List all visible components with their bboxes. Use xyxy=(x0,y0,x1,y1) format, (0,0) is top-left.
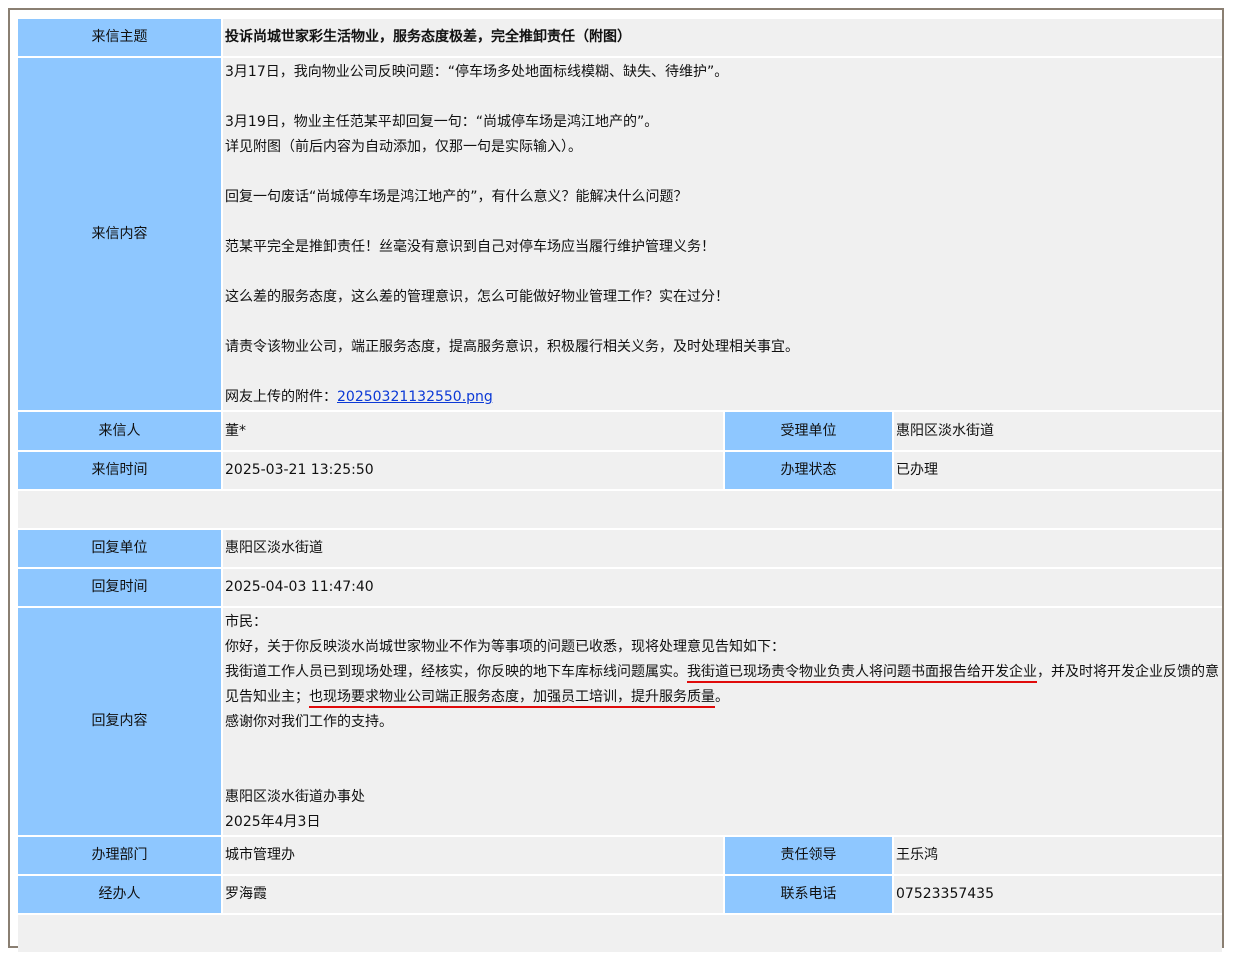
time-value: 2025-03-21 13:25:50 xyxy=(223,452,723,489)
subject-label: 来信主题 xyxy=(18,19,221,56)
letter-detail-table: 来信主题 投诉尚城世家彩生活物业，服务态度极差，完全推卸责任（附图） 来信内容 … xyxy=(16,17,1224,954)
reply-date: 2025年4月3日 xyxy=(225,814,321,830)
attachment-line: 网友上传的附件：20250321132550.png xyxy=(225,385,1220,410)
letter-detail-frame: 来信主题 投诉尚城世家彩生活物业，服务态度极差，完全推卸责任（附图） 来信内容 … xyxy=(8,8,1224,952)
reply-time-label: 回复时间 xyxy=(18,569,221,606)
reply-highlight-2: 也现场要求物业公司端正服务态度，加强员工培训，提升服务质量 xyxy=(309,689,715,708)
reply-thanks: 感谢你对我们工作的支持。 xyxy=(225,714,393,730)
reply-unit-label: 回复单位 xyxy=(18,530,221,567)
reply-unit-value: 惠阳区淡水街道 xyxy=(223,530,1223,567)
dept-label: 办理部门 xyxy=(18,837,221,874)
footer-spacer-row xyxy=(18,915,1223,952)
attachment-prefix: 网友上传的附件： xyxy=(225,389,337,405)
reply-time-row: 回复时间 2025-04-03 11:47:40 xyxy=(18,569,1223,606)
dept-value: 城市管理办 xyxy=(223,837,723,874)
handler-row: 经办人 罗海霞 联系电话 07523357435 xyxy=(18,876,1223,913)
reply-unit-row: 回复单位 惠阳区淡水街道 xyxy=(18,530,1223,567)
reply-highlight-1: 我街道已现场责令物业负责人将问题书面报告给开发企业 xyxy=(687,664,1037,683)
status-label: 办理状态 xyxy=(725,452,892,489)
phone-label: 联系电话 xyxy=(725,876,892,913)
sender-value: 董* xyxy=(223,412,723,450)
content-line: 请责令该物业公司，端正服务态度，提高服务意识，积极履行相关义务，及时处理相关事宜… xyxy=(225,339,799,355)
receiver-value: 惠阳区淡水街道 xyxy=(894,412,1223,450)
letter-content: 3月17日，我向物业公司反映问题：“停车场多处地面标线模糊、缺失、待维护”。 3… xyxy=(223,58,1223,410)
reply-greeting: 市民： xyxy=(225,614,267,630)
content-line: 范某平完全是推卸责任！丝毫没有意识到自己对停车场应当履行维护管理义务！ xyxy=(225,239,715,255)
content-line: 3月17日，我向物业公司反映问题：“停车场多处地面标线模糊、缺失、待维护”。 xyxy=(225,64,729,80)
reply-body-a: 我街道工作人员已到现场处理，经核实，你反映的地下车库标线问题属实。 xyxy=(225,664,687,680)
content-row: 来信内容 3月17日，我向物业公司反映问题：“停车场多处地面标线模糊、缺失、待维… xyxy=(18,58,1223,410)
sender-label: 来信人 xyxy=(18,412,221,450)
reply-intro: 你好，关于你反映淡水尚城世家物业不作为等事项的问题已收悉，现将处理意见告知如下： xyxy=(225,639,785,655)
reply-time-value: 2025-04-03 11:47:40 xyxy=(223,569,1223,606)
content-line: 3月19日，物业主任范某平却回复一句：“尚城停车场是鸿江地产的”。 xyxy=(225,114,659,130)
leader-value: 王乐鸿 xyxy=(894,837,1223,874)
reply-content-row: 回复内容 市民： 你好，关于你反映淡水尚城世家物业不作为等事项的问题已收悉，现将… xyxy=(18,608,1223,835)
time-label: 来信时间 xyxy=(18,452,221,489)
handler-label: 经办人 xyxy=(18,876,221,913)
reply-content-label: 回复内容 xyxy=(18,608,221,835)
sender-row: 来信人 董* 受理单位 惠阳区淡水街道 xyxy=(18,412,1223,450)
reply-body-e: 。 xyxy=(715,689,729,705)
receiver-label: 受理单位 xyxy=(725,412,892,450)
attachment-link[interactable]: 20250321132550.png xyxy=(337,389,493,405)
content-line: 回复一句废话“尚城停车场是鸿江地产的”，有什么意义？能解决什么问题？ xyxy=(225,189,688,205)
leader-label: 责任领导 xyxy=(725,837,892,874)
reply-content: 市民： 你好，关于你反映淡水尚城世家物业不作为等事项的问题已收悉，现将处理意见告… xyxy=(223,608,1223,835)
subject-row: 来信主题 投诉尚城世家彩生活物业，服务态度极差，完全推卸责任（附图） xyxy=(18,19,1223,56)
status-value: 已办理 xyxy=(894,452,1223,489)
reply-signature: 惠阳区淡水街道办事处 xyxy=(225,789,365,805)
subject-text: 投诉尚城世家彩生活物业，服务态度极差，完全推卸责任（附图） xyxy=(223,19,1223,56)
content-line: 这么差的服务态度，这么差的管理意识，怎么可能做好物业管理工作？实在过分！ xyxy=(225,289,729,305)
content-line: 详见附图（前后内容为自动添加，仅那一句是实际输入）。 xyxy=(225,139,582,155)
content-label: 来信内容 xyxy=(18,58,221,410)
handler-value: 罗海霞 xyxy=(223,876,723,913)
spacer-row xyxy=(18,491,1223,528)
reply-body: 我街道工作人员已到现场处理，经核实，你反映的地下车库标线问题属实。我街道已现场责… xyxy=(225,660,1220,710)
time-row: 来信时间 2025-03-21 13:25:50 办理状态 已办理 xyxy=(18,452,1223,489)
dept-row: 办理部门 城市管理办 责任领导 王乐鸿 xyxy=(18,837,1223,874)
phone-value: 07523357435 xyxy=(894,876,1223,913)
